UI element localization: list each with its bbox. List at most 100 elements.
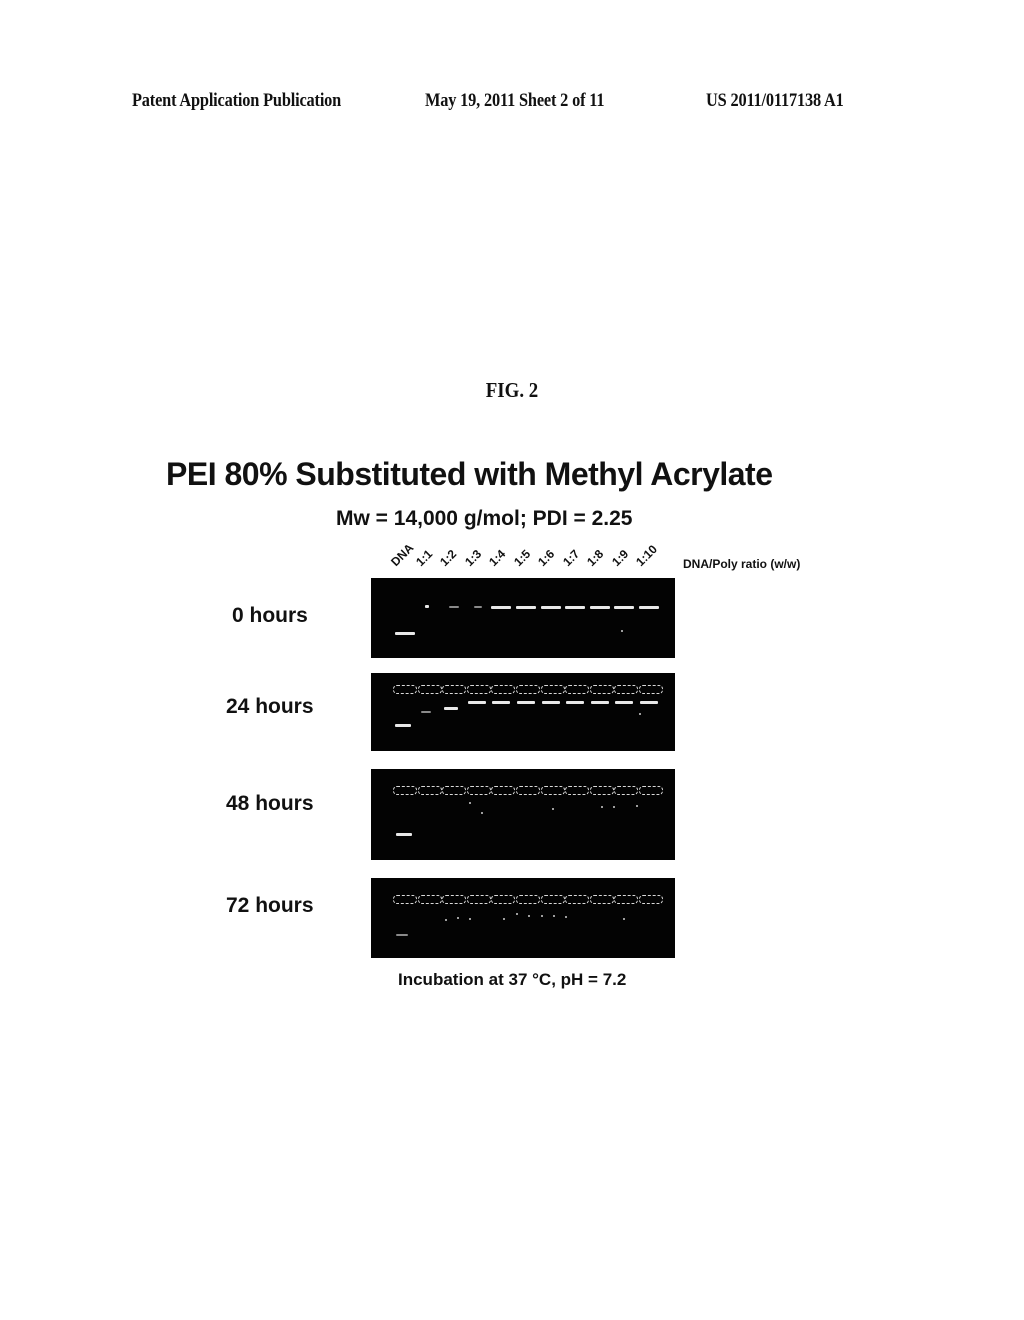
gel-band	[492, 701, 511, 704]
gel-well	[417, 685, 442, 694]
lane-label: 1:4	[486, 546, 509, 569]
gel-well	[393, 685, 417, 694]
lane-label: 1:5	[510, 546, 533, 569]
gel-band	[425, 605, 429, 608]
gel-band	[395, 632, 415, 635]
gel-band	[503, 918, 505, 920]
lane-label: 1:6	[535, 546, 558, 569]
gel-well	[466, 786, 491, 795]
gel-band	[516, 913, 518, 915]
gel-well	[565, 786, 590, 795]
gel-well	[614, 895, 639, 904]
gel-image-72h	[371, 878, 675, 958]
gel-well	[491, 895, 516, 904]
publication-number: US 2011/0117138 A1	[706, 90, 844, 111]
row-label-24h: 24 hours	[226, 695, 314, 718]
gel-band	[491, 606, 512, 609]
gel-well	[639, 786, 663, 795]
gel-band	[541, 701, 560, 704]
gel-band	[565, 916, 567, 918]
gel-well	[639, 685, 663, 694]
figure-title: PEI 80% Substituted with Methyl Acrylate	[166, 456, 773, 492]
gel-well	[565, 895, 590, 904]
gel-band	[640, 701, 658, 704]
gel-well	[589, 786, 614, 795]
gel-well	[639, 895, 663, 904]
lane-label: 1:9	[608, 546, 631, 569]
ratio-axis-label: DNA/Poly ratio (w/w)	[683, 557, 801, 571]
row-label-72h: 72 hours	[226, 894, 314, 917]
gel-band	[469, 802, 471, 804]
gel-band	[449, 606, 459, 608]
gel-well	[540, 685, 565, 694]
gel-band	[541, 915, 543, 917]
gel-band	[639, 606, 659, 609]
gel-well	[417, 786, 442, 795]
gel-well	[393, 895, 417, 904]
lane-label: DNA	[388, 540, 417, 569]
gel-well	[417, 895, 442, 904]
gel-well	[393, 786, 417, 795]
gel-image-48h	[371, 769, 675, 860]
gel-band	[481, 812, 483, 814]
figure-subtitle: Mw = 14,000 g/mol; PDI = 2.25	[336, 507, 633, 530]
gel-well	[516, 895, 540, 904]
gel-band	[396, 934, 408, 936]
gel-band	[615, 701, 634, 704]
row-label-0h: 0 hours	[232, 604, 308, 627]
gel-band	[457, 917, 459, 919]
lane-label: 1:10	[633, 542, 660, 569]
gel-band	[639, 713, 641, 715]
gel-well	[589, 895, 614, 904]
gel-well	[540, 786, 565, 795]
gel-well	[442, 685, 467, 694]
gel-band	[528, 915, 530, 917]
gel-well	[466, 685, 491, 694]
gel-band	[636, 805, 638, 807]
gel-band	[566, 701, 585, 704]
gel-band	[552, 808, 554, 810]
gel-well	[466, 895, 491, 904]
gel-band	[623, 918, 625, 920]
gel-band	[396, 833, 412, 836]
gel-image-0h	[371, 578, 675, 658]
gel-well	[540, 895, 565, 904]
gel-band	[517, 701, 535, 704]
lane-label: 1:7	[559, 546, 582, 569]
lane-label: 1:2	[437, 546, 460, 569]
gel-well	[589, 685, 614, 694]
gel-band	[421, 711, 431, 713]
gel-band	[467, 701, 486, 704]
gel-well	[614, 786, 639, 795]
gel-band	[553, 915, 555, 917]
gel-band	[565, 606, 586, 609]
gel-band	[589, 606, 610, 609]
gel-band	[590, 701, 609, 704]
gel-band	[444, 707, 459, 710]
publication-date-sheet: May 19, 2011 Sheet 2 of 11	[425, 90, 605, 111]
gel-band	[516, 606, 536, 609]
figure-caption: Incubation at 37 °C, pH = 7.2	[398, 970, 627, 989]
gel-band	[540, 606, 561, 609]
figure-label: FIG. 2	[485, 378, 539, 402]
gel-well	[614, 685, 639, 694]
gel-well	[442, 895, 467, 904]
lane-label: 1:3	[461, 546, 484, 569]
gel-band	[601, 806, 603, 808]
gel-band	[614, 606, 635, 609]
gel-band	[469, 918, 471, 920]
gel-well	[565, 685, 590, 694]
publication-type: Patent Application Publication	[132, 90, 342, 111]
gel-well	[491, 685, 516, 694]
gel-band	[613, 806, 615, 808]
lane-label: 1:8	[584, 546, 607, 569]
gel-band	[445, 919, 447, 921]
gel-well	[516, 786, 540, 795]
gel-band	[621, 630, 623, 632]
gel-image-24h	[371, 673, 675, 751]
gel-well	[442, 786, 467, 795]
gel-band	[474, 606, 482, 608]
row-label-48h: 48 hours	[226, 792, 314, 815]
gel-well	[516, 685, 540, 694]
gel-well	[491, 786, 516, 795]
